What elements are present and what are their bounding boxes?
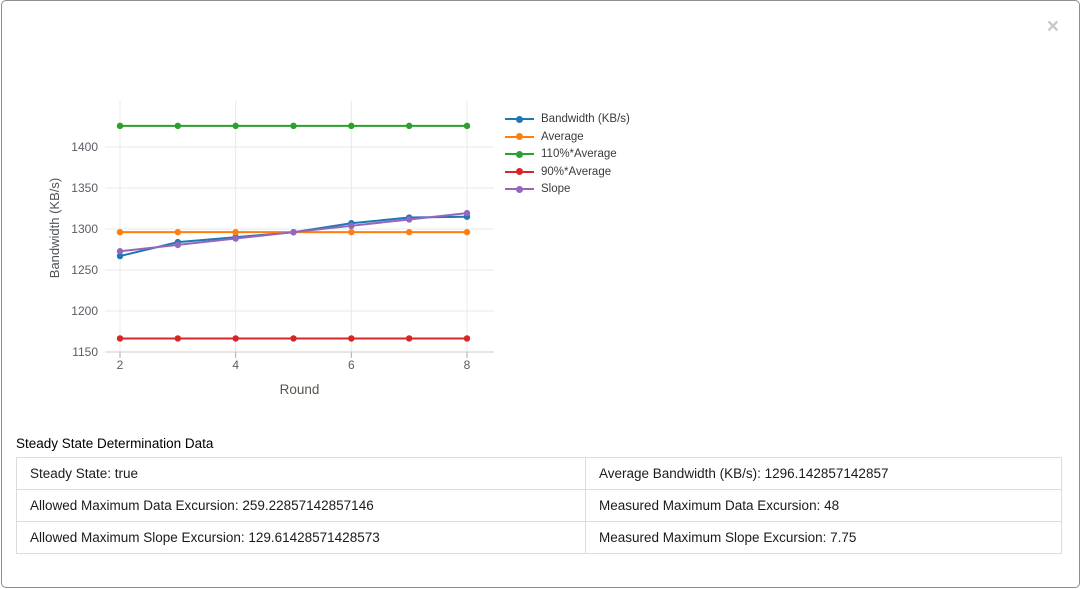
cell-average-bandwidth: Average Bandwidth (KB/s): 1296.142857142… <box>586 458 1061 489</box>
table-row: Allowed Maximum Data Excursion: 259.2285… <box>17 490 1061 522</box>
cell-measured-data-excursion: Measured Maximum Data Excursion: 48 <box>586 490 1061 521</box>
legend-line-swatch <box>505 153 534 155</box>
svg-text:Bandwidth (KB/s): Bandwidth (KB/s) <box>47 178 62 278</box>
svg-text:1300: 1300 <box>71 222 98 236</box>
legend-item-bandwidth[interactable]: Bandwidth (KB/s) <box>505 113 630 126</box>
cell-measured-slope-excursion: Measured Maximum Slope Excursion: 7.75 <box>586 522 1061 553</box>
svg-text:1350: 1350 <box>71 181 98 195</box>
table-row: Steady State: true Average Bandwidth (KB… <box>17 458 1061 490</box>
cell-steady-state: Steady State: true <box>17 458 586 489</box>
legend-dot <box>516 116 523 123</box>
legend-label: 110%*Average <box>541 148 617 161</box>
steady-state-table: Steady State: true Average Bandwidth (KB… <box>16 457 1062 554</box>
legend-line-swatch <box>505 136 534 138</box>
table-title: Steady State Determination Data <box>16 436 1062 451</box>
table-row: Allowed Maximum Slope Excursion: 129.614… <box>17 522 1061 553</box>
legend-line-swatch <box>505 188 534 190</box>
legend-item-slope[interactable]: Slope <box>505 183 630 196</box>
svg-text:4: 4 <box>232 358 239 372</box>
legend-dot <box>516 168 523 175</box>
chart-legend: Bandwidth (KB/s) Average 110%*Average 90… <box>505 113 630 201</box>
svg-text:1400: 1400 <box>71 140 98 154</box>
legend-line-swatch <box>505 171 534 173</box>
legend-label: Slope <box>541 183 570 196</box>
svg-text:6: 6 <box>348 358 355 372</box>
close-icon[interactable]: × <box>1047 16 1059 37</box>
legend-dot <box>516 186 523 193</box>
cell-allowed-slope-excursion: Allowed Maximum Slope Excursion: 129.614… <box>17 522 586 553</box>
legend-dot <box>516 133 523 140</box>
steady-state-modal: × 1150 1200 1250 1300 1350 1400 2 4 6 8 Round Bandw… <box>1 0 1080 588</box>
cell-allowed-data-excursion: Allowed Maximum Data Excursion: 259.2285… <box>17 490 586 521</box>
legend-label: 90%*Average <box>541 166 611 179</box>
svg-text:1200: 1200 <box>71 304 98 318</box>
legend-line-swatch <box>505 118 534 120</box>
legend-item-110pct-average[interactable]: 110%*Average <box>505 148 630 161</box>
svg-text:2: 2 <box>117 358 124 372</box>
legend-label: Average <box>541 131 584 144</box>
svg-text:8: 8 <box>464 358 471 372</box>
svg-text:Round: Round <box>280 382 320 397</box>
legend-item-90pct-average[interactable]: 90%*Average <box>505 166 630 179</box>
legend-dot <box>516 151 523 158</box>
svg-text:1150: 1150 <box>72 345 98 359</box>
legend-label: Bandwidth (KB/s) <box>541 113 630 126</box>
legend-item-average[interactable]: Average <box>505 131 630 144</box>
steady-state-section: Steady State Determination Data Steady S… <box>16 436 1062 554</box>
svg-text:1250: 1250 <box>71 263 98 277</box>
